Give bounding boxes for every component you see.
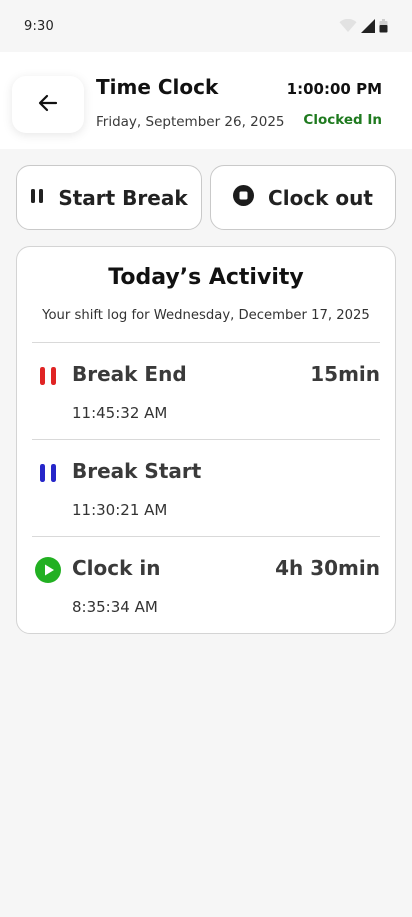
entry-time: 11:45:32 AM [72, 404, 168, 422]
header-date: Friday, September 26, 2025 [96, 114, 285, 130]
battery-icon [379, 19, 388, 33]
back-button[interactable] [12, 76, 84, 133]
wifi-icon [339, 19, 357, 33]
pause-icon [35, 363, 61, 389]
activity-subtitle: Your shift log for Wednesday, December 1… [42, 308, 370, 323]
status-bar: 9:30 [0, 0, 412, 52]
play-circle-icon [35, 557, 61, 583]
activity-card: Today’s Activity Your shift log for Wedn… [16, 246, 396, 634]
activity-entry-clock-in: Clock in 4h 30min 8:35:34 AM [32, 537, 380, 633]
pause-icon [30, 188, 44, 208]
status-time: 9:30 [24, 18, 54, 34]
entry-duration: 4h 30min [275, 556, 380, 580]
entry-label: Break Start [72, 459, 202, 483]
start-break-button[interactable]: Start Break [16, 165, 202, 230]
stop-icon [233, 185, 255, 210]
entry-duration: 15min [310, 362, 380, 386]
cellular-signal-icon [361, 19, 375, 33]
action-buttons: Start Break Clock out [16, 165, 396, 230]
entry-label: Clock in [72, 556, 161, 580]
status-icons [339, 19, 388, 33]
start-break-label: Start Break [58, 185, 188, 210]
entry-label: Break End [72, 362, 187, 386]
pause-icon [35, 460, 61, 486]
current-time: 1:00:00 PM [286, 80, 382, 98]
clock-out-button[interactable]: Clock out [210, 165, 396, 230]
activity-title: Today’s Activity [108, 265, 304, 290]
app-header: Time Clock Friday, September 26, 2025 1:… [0, 52, 412, 149]
clock-out-label: Clock out [268, 185, 373, 210]
entry-time: 8:35:34 AM [72, 598, 158, 616]
page-title: Time Clock [96, 75, 219, 99]
entry-time: 11:30:21 AM [72, 501, 168, 519]
status-badge: Clocked In [303, 112, 382, 128]
activity-entry-break-start: Break Start 11:30:21 AM [32, 440, 380, 536]
activity-entry-break-end: Break End 15min 11:45:32 AM [32, 343, 380, 439]
arrow-left-icon [38, 94, 58, 116]
